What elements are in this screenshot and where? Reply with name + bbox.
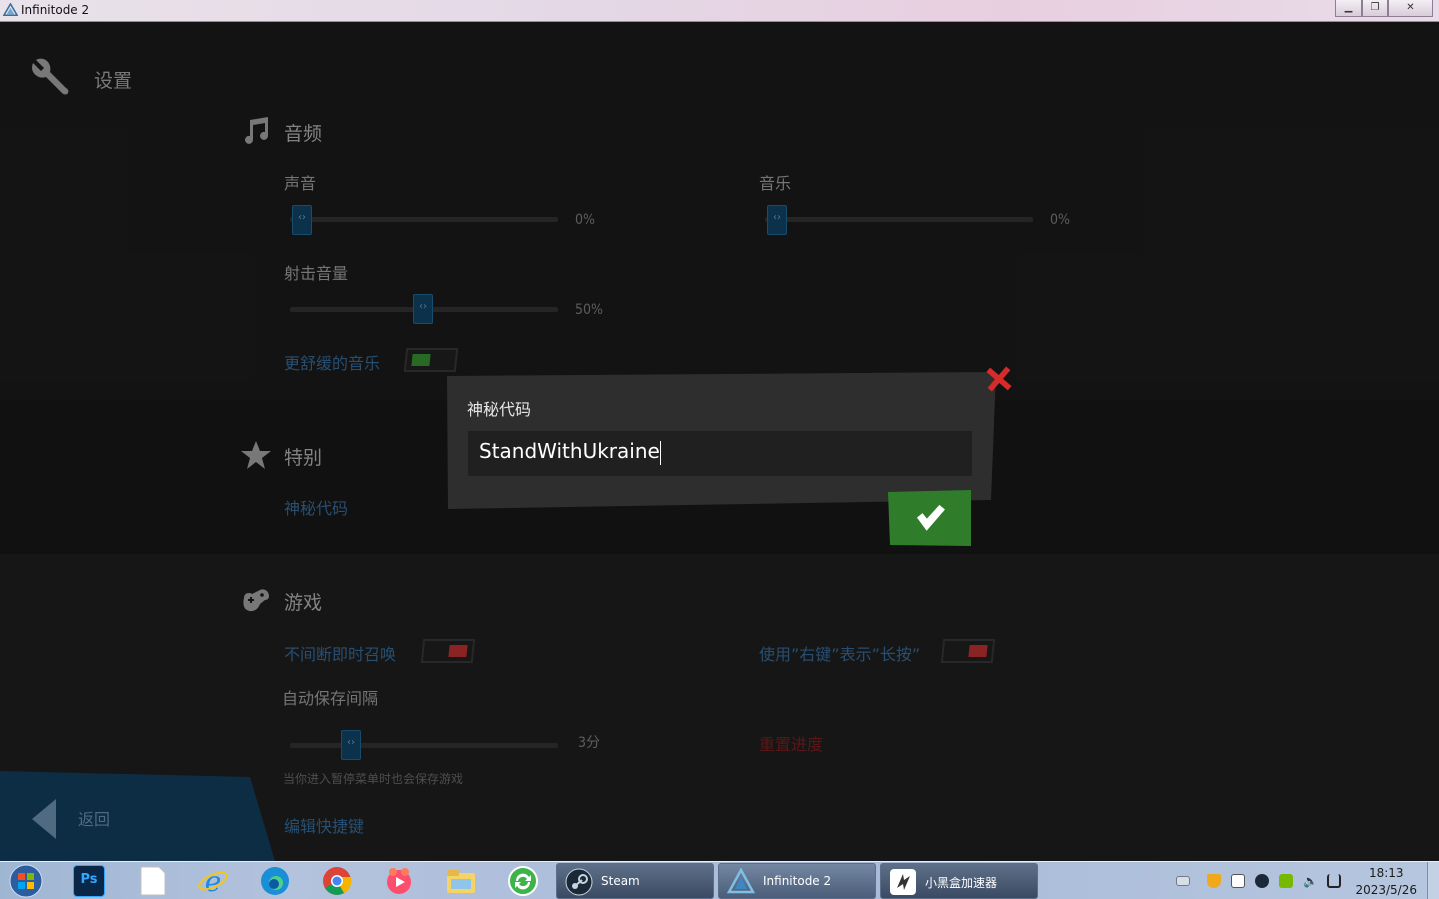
window-title-bar[interactable]: Infinitode 2 ▁ ❐ ✕ xyxy=(0,0,1439,22)
taskbar-task-accelerator[interactable]: 小黑盒加速器 xyxy=(880,863,1038,899)
taskbar-task-steam[interactable]: Steam xyxy=(556,863,714,899)
file-explorer-icon[interactable] xyxy=(445,865,477,897)
accelerator-tray-icon[interactable] xyxy=(1231,874,1245,888)
dialog-title: 神秘代码 xyxy=(467,400,532,419)
nvidia-icon[interactable] xyxy=(1279,874,1293,888)
taskbar-task-infinitode[interactable]: Infinitode 2 xyxy=(718,863,876,899)
confirm-button[interactable] xyxy=(888,490,971,546)
network-icon[interactable] xyxy=(1327,874,1341,888)
volume-icon[interactable]: 🔈 xyxy=(1303,874,1318,888)
refresh-app-icon[interactable] xyxy=(507,865,539,897)
accelerator-icon xyxy=(890,869,916,895)
clock-time: 18:13 xyxy=(1368,866,1404,880)
photoshop-icon[interactable]: Ps xyxy=(73,865,105,897)
chrome-icon[interactable] xyxy=(321,865,353,897)
show-desktop-button[interactable] xyxy=(1427,862,1439,899)
steam-tray-icon[interactable] xyxy=(1255,874,1269,888)
video-app-icon[interactable] xyxy=(383,865,415,897)
shield-icon[interactable] xyxy=(1207,874,1221,888)
taskbar-task-label: Steam xyxy=(601,874,640,888)
steam-icon xyxy=(565,868,593,896)
minimize-button[interactable]: ▁ xyxy=(1335,0,1362,17)
window-title: Infinitode 2 xyxy=(21,3,90,17)
taskbar-task-label: 小黑盒加速器 xyxy=(925,876,998,890)
restore-button[interactable]: ❐ xyxy=(1362,0,1388,17)
secret-code-input[interactable]: StandWithUkraine xyxy=(468,431,972,476)
infinitode-app-icon xyxy=(3,3,18,16)
svg-text:e: e xyxy=(205,865,222,897)
internet-explorer-icon[interactable]: e xyxy=(197,865,229,897)
edge-icon[interactable] xyxy=(259,865,291,897)
taskbar: Ps e Steam Infinitode 2 小黑盒加速器 🔈 18:13 2… xyxy=(0,861,1439,899)
clock-date: 2023/5/26 xyxy=(1355,883,1417,897)
keyboard-icon[interactable] xyxy=(1176,876,1190,886)
blank-file-icon[interactable] xyxy=(137,865,169,897)
screen: Infinitode 2 ▁ ❐ ✕ 设置 音频 声音 0% 音乐 0% 射击音… xyxy=(0,0,1439,899)
taskbar-task-label: Infinitode 2 xyxy=(763,874,832,888)
checkmark-icon xyxy=(916,504,945,531)
text-caret xyxy=(659,440,661,465)
secret-code-input-value: StandWithUkraine xyxy=(479,439,660,463)
windows-start-icon[interactable] xyxy=(8,864,44,898)
infinitode-icon xyxy=(727,868,755,894)
clock[interactable]: 18:13 2023/5/26 xyxy=(1355,865,1417,899)
close-button[interactable]: ✕ xyxy=(1388,0,1433,17)
close-x-icon[interactable] xyxy=(982,362,1016,396)
